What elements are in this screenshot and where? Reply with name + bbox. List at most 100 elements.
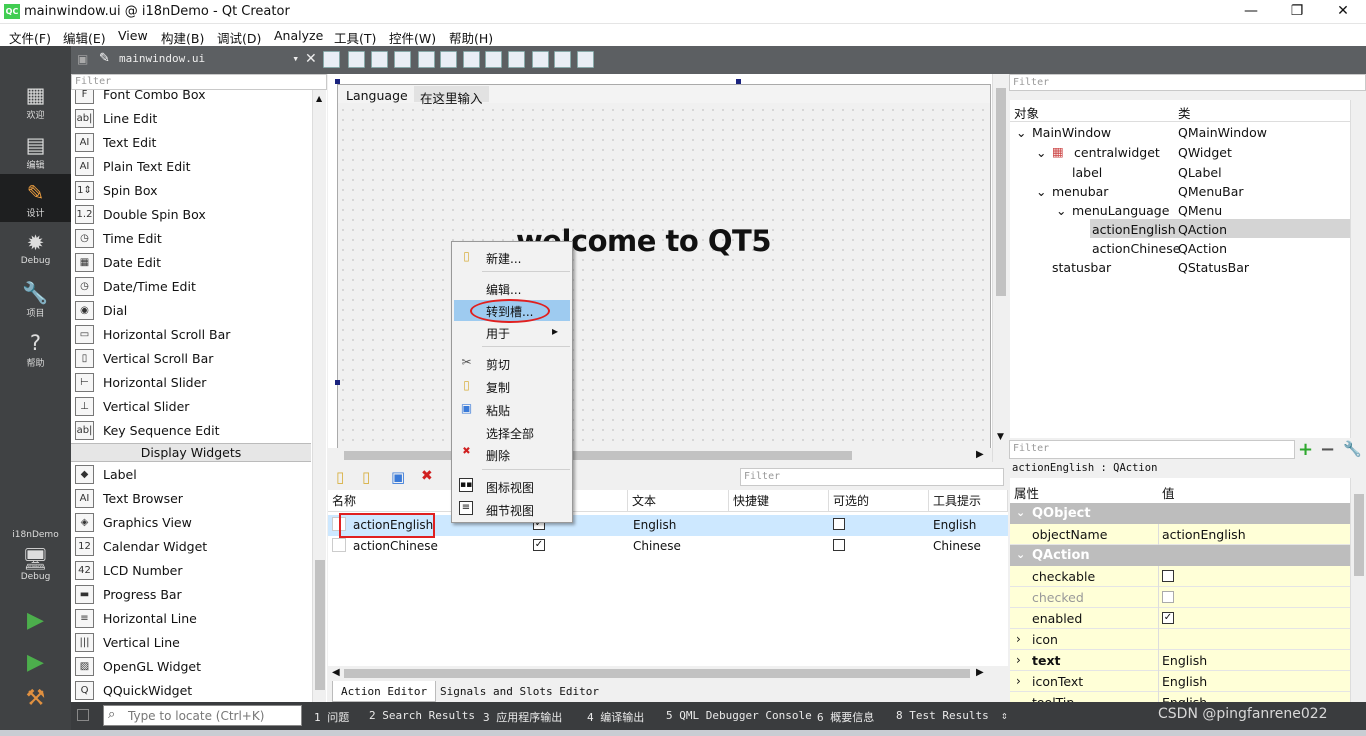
- expand-arrow-icon[interactable]: ⌄: [1036, 184, 1046, 199]
- edit-signals-icon[interactable]: [348, 51, 365, 68]
- table-row[interactable]: actionChinese ✓ Chinese Chinese: [328, 536, 1008, 557]
- action-hscrollbar[interactable]: ◀ ▶: [328, 666, 1008, 681]
- mode-projects[interactable]: 🔧 项目: [0, 274, 71, 322]
- widget-item[interactable]: 12 Calendar Widget: [71, 535, 311, 559]
- close-document-icon[interactable]: ✕: [305, 51, 317, 67]
- selection-handle[interactable]: [736, 79, 741, 84]
- pane-search-results[interactable]: 2 Search Results: [369, 709, 475, 722]
- property-value[interactable]: English: [1162, 674, 1207, 689]
- property-row-icon[interactable]: › icon: [1010, 629, 1350, 650]
- menu-build[interactable]: 构建(B): [161, 28, 204, 47]
- widget-item[interactable]: ▦ Date Edit: [71, 251, 311, 275]
- action-filter[interactable]: Filter: [740, 468, 1004, 486]
- pane-general-messages[interactable]: 6 概要信息: [817, 709, 874, 725]
- tree-item-name[interactable]: actionEnglish: [1092, 222, 1176, 237]
- col-value[interactable]: 值: [1162, 483, 1175, 502]
- group-qobject[interactable]: ⌄ QObject: [1010, 503, 1350, 524]
- col-tooltip[interactable]: 工具提示: [929, 490, 1008, 512]
- layout-form-icon[interactable]: [532, 51, 549, 68]
- pane-compile-output[interactable]: 4 编译输出: [587, 709, 644, 725]
- menu-analyze[interactable]: Analyze: [274, 28, 323, 43]
- add-property-icon[interactable]: +: [1298, 439, 1313, 460]
- widget-item[interactable]: ≡ Horizontal Line: [71, 607, 311, 631]
- widget-item[interactable]: F Font Combo Box: [71, 90, 311, 107]
- tab-action-editor[interactable]: Action Editor: [332, 681, 437, 702]
- mode-help[interactable]: ? 帮助: [0, 324, 71, 372]
- scroll-thumb[interactable]: [996, 88, 1006, 296]
- more-panes-icon[interactable]: ⇕: [1001, 709, 1008, 722]
- scroll-thumb[interactable]: [315, 560, 325, 690]
- break-layout-icon[interactable]: [554, 51, 571, 68]
- layout-splitter-h-icon[interactable]: [463, 51, 480, 68]
- locator-input[interactable]: ⌕ Type to locate (Ctrl+K): [103, 705, 302, 726]
- new-action-icon[interactable]: ▯: [336, 468, 344, 486]
- widget-item[interactable]: 1⇕ Spin Box: [71, 179, 311, 203]
- layout-vertical-icon[interactable]: [440, 51, 457, 68]
- scroll-thumb[interactable]: [1354, 494, 1364, 576]
- menu-item-select-all[interactable]: 选择全部: [454, 422, 570, 443]
- build-hammer-icon[interactable]: ⚒: [0, 686, 71, 711]
- category-display-widgets[interactable]: Display Widgets: [71, 443, 311, 462]
- property-row-checkable[interactable]: checkable: [1010, 566, 1350, 587]
- widget-item[interactable]: 42 LCD Number: [71, 559, 311, 583]
- menu-item-detail-view[interactable]: ≡ 细节视图: [454, 499, 570, 520]
- minimize-button[interactable]: —: [1228, 0, 1274, 24]
- delete-action-icon[interactable]: ✖: [421, 468, 433, 484]
- mode-design[interactable]: ✎ 设计: [0, 174, 71, 222]
- form-menu-language[interactable]: Language: [346, 88, 408, 103]
- tree-item-name[interactable]: menuLanguage: [1072, 203, 1169, 218]
- widget-item[interactable]: ▬ Progress Bar: [71, 583, 311, 607]
- widget-item[interactable]: Q QQuickWidget: [71, 679, 311, 702]
- menu-item-paste[interactable]: ▣ 粘贴: [454, 399, 570, 420]
- tree-item-name[interactable]: actionChinese: [1092, 241, 1180, 256]
- property-row-enabled[interactable]: enabled ✓: [1010, 608, 1350, 629]
- widgetbox-scrollbar[interactable]: ▲: [312, 90, 326, 702]
- widget-item[interactable]: ||| Vertical Line: [71, 631, 311, 655]
- form-vscrollbar[interactable]: ▼: [992, 74, 1008, 462]
- kit-selector[interactable]: i18nDemo 🖥 Debug: [0, 524, 71, 594]
- run-icon[interactable]: ▶: [0, 608, 71, 633]
- expand-arrow-icon[interactable]: ⌄: [1056, 203, 1066, 218]
- widget-item[interactable]: AI Plain Text Edit: [71, 155, 311, 179]
- col-checkable[interactable]: 可选的: [829, 490, 929, 512]
- layout-splitter-v-icon[interactable]: [485, 51, 502, 68]
- tree-item-name[interactable]: statusbar: [1052, 260, 1111, 275]
- pane-test-results[interactable]: 8 Test Results: [896, 709, 989, 722]
- menu-tools[interactable]: 工具(T): [334, 28, 376, 47]
- widget-item[interactable]: ◆ Label: [71, 463, 311, 487]
- menu-view[interactable]: View: [118, 28, 148, 43]
- menu-widgets[interactable]: 控件(W): [389, 28, 436, 47]
- expand-arrow-icon[interactable]: ›: [1016, 653, 1021, 667]
- menu-debug[interactable]: 调试(D): [217, 28, 261, 47]
- scroll-right-icon[interactable]: ▶: [976, 667, 984, 678]
- configure-icon[interactable]: 🔧: [1343, 440, 1362, 458]
- widget-item[interactable]: ⊥ Vertical Slider: [71, 395, 311, 419]
- widget-item[interactable]: ▯ Vertical Scroll Bar: [71, 347, 311, 371]
- widget-item[interactable]: ▨ OpenGL Widget: [71, 655, 311, 679]
- selection-handle[interactable]: [335, 79, 340, 84]
- property-value[interactable]: English: [1162, 653, 1207, 668]
- mode-welcome[interactable]: ▦ 欢迎: [0, 76, 71, 124]
- checkable-checkbox[interactable]: [1162, 570, 1174, 582]
- tab-signals-slots[interactable]: Signals and Slots Editor: [432, 681, 607, 702]
- col-property[interactable]: 属性: [1014, 483, 1039, 502]
- property-row-text[interactable]: › text English: [1010, 650, 1350, 671]
- widget-item[interactable]: ⊢ Horizontal Slider: [71, 371, 311, 395]
- tree-item-name[interactable]: MainWindow: [1032, 125, 1111, 140]
- menu-item-new[interactable]: ▯ 新建...: [454, 247, 570, 268]
- scroll-right-icon[interactable]: ▶: [976, 449, 984, 460]
- widget-item[interactable]: ab| Key Sequence Edit: [71, 419, 311, 443]
- expand-arrow-icon[interactable]: ⌄: [1016, 125, 1026, 140]
- enabled-checkbox[interactable]: ✓: [1162, 612, 1174, 624]
- form-mainwindow[interactable]: [337, 84, 991, 450]
- tree-item-name[interactable]: centralwidget: [1074, 145, 1160, 160]
- scroll-down-icon[interactable]: ▼: [997, 432, 1004, 442]
- layout-horizontal-icon[interactable]: [418, 51, 435, 68]
- edit-widgets-icon[interactable]: [323, 51, 340, 68]
- group-qaction[interactable]: ⌄ QAction: [1010, 545, 1350, 566]
- selection-handle[interactable]: [335, 380, 340, 385]
- document-selector[interactable]: mainwindow.ui ▾: [119, 52, 299, 72]
- col-class[interactable]: 类: [1178, 103, 1191, 122]
- copy-action-icon[interactable]: ▯: [362, 468, 370, 486]
- debug-run-icon[interactable]: ▶: [0, 650, 71, 675]
